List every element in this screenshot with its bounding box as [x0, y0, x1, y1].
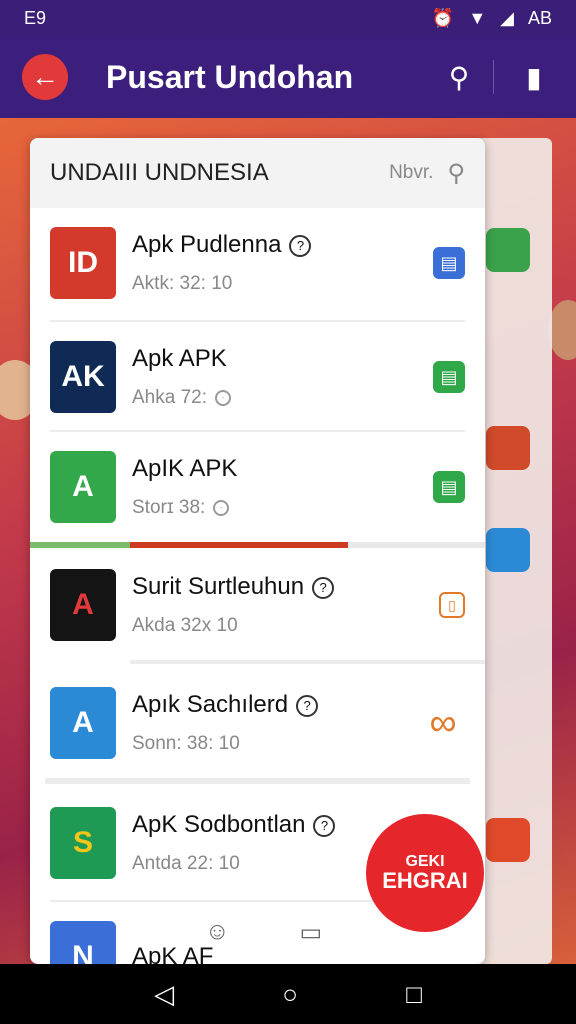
app-icon: S	[50, 807, 116, 879]
background-item	[486, 426, 530, 470]
status-icons: ⏰ ▼ ◢ AB	[432, 8, 552, 29]
clock-icon: ·	[213, 499, 230, 516]
panel-title: UNDAIII UNDNESIA	[50, 159, 269, 186]
user-icon[interactable]: ☺	[205, 918, 230, 947]
list-item[interactable]: AK Apk APK Ahka 72: · ▤	[30, 322, 485, 432]
download-icon: ▤	[440, 476, 458, 497]
app-icon: ID	[50, 227, 116, 299]
profile-button[interactable]: ▮	[514, 61, 554, 94]
wifi-icon: ▼	[468, 7, 487, 28]
battery-label: AB	[527, 7, 552, 28]
download-icon: ▤	[440, 366, 458, 387]
app-icon: AK	[50, 341, 116, 413]
item-subtitle: Ahka 72: ·	[132, 387, 433, 409]
progress-segment-complete	[30, 542, 130, 548]
list-item[interactable]: A ApIK APK Storɪ 38: · ▤	[30, 432, 485, 542]
background-item	[486, 528, 530, 572]
background-item	[486, 818, 530, 862]
filter-button[interactable]: Nbvr.	[389, 162, 433, 184]
pause-icon: ▯	[448, 596, 456, 613]
item-subtitle: Sonn: 38: 10	[132, 733, 240, 754]
progress-segment-active	[130, 542, 348, 548]
nav-back-icon[interactable]: ◁	[154, 979, 174, 1010]
user-icon: ▮	[526, 61, 542, 93]
link-action-button[interactable]: ∞	[421, 701, 465, 745]
app-icon: N	[50, 921, 116, 964]
nav-home-icon[interactable]: ○	[282, 979, 298, 1010]
bottom-toolbar: ☺ ▭	[205, 918, 322, 947]
info-icon: ?	[296, 694, 319, 717]
status-time: E9	[24, 7, 47, 28]
list-item[interactable]: A Surit Surtleuhun? Akda 32x 10 ▯	[30, 550, 485, 660]
list-item[interactable]: A Apık Sachılerd? Sonn: 38: 10 ∞	[30, 668, 485, 778]
background-item	[486, 228, 530, 272]
list-item[interactable]: ID Apk Pudlenna? Aktk: 32: 10 ▤	[30, 208, 485, 318]
app-icon: A	[50, 569, 116, 641]
item-name: Surit Surtleuhun?	[132, 573, 439, 601]
system-nav-bar: ◁ ○ □	[0, 964, 576, 1024]
back-button[interactable]: ←	[22, 54, 68, 100]
download-action-button[interactable]: ▤	[433, 247, 465, 279]
divider	[45, 778, 470, 784]
search-button[interactable]: ⚲	[439, 61, 479, 94]
info-icon: ?	[289, 234, 312, 257]
panel-header: UNDAIII UNDNESIA Nbvr. ⚲	[30, 138, 485, 208]
item-name: ApIK APK	[132, 455, 238, 482]
link-icon: ∞	[429, 701, 457, 744]
app-icon: A	[50, 687, 116, 759]
clock-icon: ·	[215, 389, 231, 406]
item-subtitle: Aktk: 32: 10	[132, 273, 233, 294]
download-icon: ▤	[440, 252, 458, 273]
app-icon: A	[50, 451, 116, 523]
app-bar: ← Pusart Undohan ⚲ ▮	[0, 36, 576, 118]
signal-icon: ◢	[500, 7, 514, 28]
item-name: Apık Sachılerd?	[132, 691, 421, 719]
status-bar: E9 ⏰ ▼ ◢ AB	[0, 0, 576, 36]
item-name: Apk Pudlenna?	[132, 231, 433, 259]
item-subtitle: Storɪ 38: ·	[132, 497, 433, 519]
item-subtitle: Akda 32x 10	[132, 615, 238, 636]
appbar-divider	[493, 60, 494, 94]
document-icon[interactable]: ▭	[300, 918, 323, 947]
alarm-icon: ⏰	[431, 7, 455, 28]
floating-action-button[interactable]: GEKI EHGRAI	[366, 814, 484, 932]
pause-action-button[interactable]: ▯	[439, 592, 465, 618]
download-action-button[interactable]: ▤	[433, 361, 465, 393]
info-icon: ?	[312, 576, 335, 599]
panel-search-icon[interactable]: ⚲	[447, 159, 465, 188]
download-progress-bar	[30, 542, 485, 548]
search-icon: ⚲	[448, 61, 470, 93]
item-name: Apk APK	[132, 345, 227, 372]
page-title: Pusart Undohan	[106, 58, 354, 95]
download-action-button[interactable]: ▤	[433, 471, 465, 503]
arrow-left-icon: ←	[31, 61, 59, 92]
info-icon: ?	[313, 814, 336, 837]
divider	[130, 660, 485, 664]
nav-recents-icon[interactable]: □	[406, 979, 422, 1010]
